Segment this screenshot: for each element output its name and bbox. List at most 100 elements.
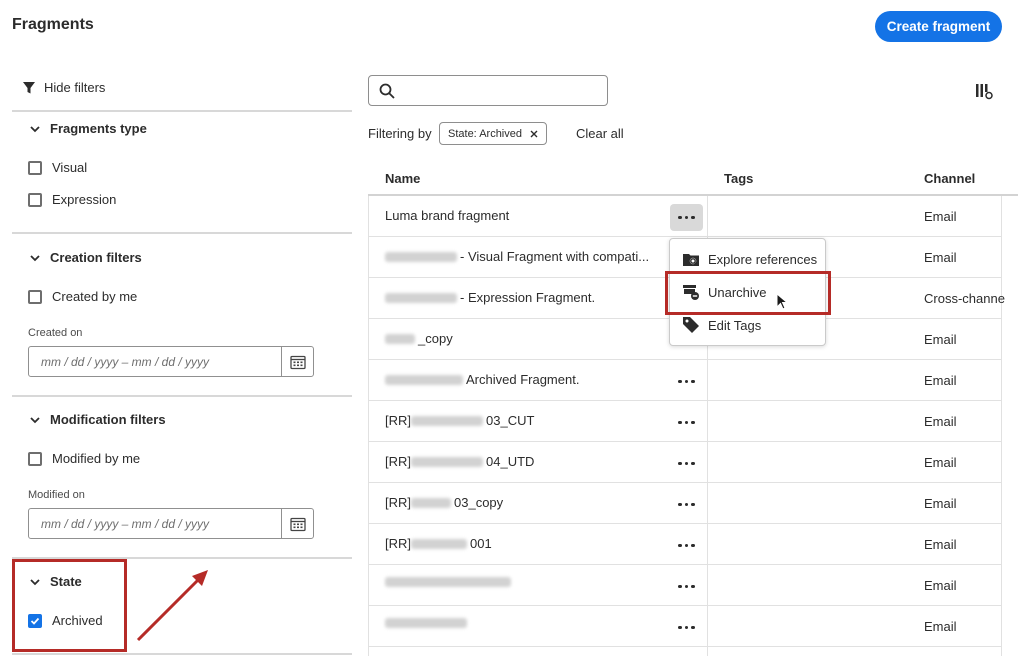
- row-channel: Cross-channe: [924, 291, 1005, 306]
- table-row[interactable]: Archived Fragment. Email: [368, 360, 1002, 401]
- create-fragment-button[interactable]: Create fragment: [875, 11, 1002, 42]
- more-actions-button[interactable]: [670, 491, 703, 518]
- table-row[interactable]: [RR] 03_CUT Email: [368, 401, 1002, 442]
- visual-checkbox[interactable]: [28, 160, 42, 175]
- fragments-type-toggle[interactable]: Fragments type: [30, 121, 147, 136]
- table-row[interactable]: Email: [368, 565, 1002, 606]
- row-name[interactable]: [RR] 001: [385, 536, 492, 551]
- divider: [12, 232, 352, 234]
- more-actions-button[interactable]: [670, 368, 703, 395]
- chevron-down-icon: [30, 254, 40, 261]
- row-channel: Email: [924, 619, 957, 634]
- modified-by-me-row[interactable]: Modified by me: [28, 451, 140, 466]
- redacted-text: [385, 577, 511, 587]
- row-name[interactable]: Luma brand fragment: [385, 208, 509, 223]
- visual-label: Visual: [52, 160, 88, 175]
- redacted-text: [411, 415, 483, 426]
- table-row[interactable]: [RR] 001 Email: [368, 524, 1002, 565]
- redacted-text: [385, 618, 467, 628]
- hide-filters-label: Hide filters: [44, 80, 106, 95]
- hide-filters-button[interactable]: Hide filters: [22, 80, 105, 95]
- row-name[interactable]: Archived Fragment.: [385, 372, 579, 387]
- row-name[interactable]: _copy: [385, 331, 453, 346]
- redacted-text: [385, 333, 415, 344]
- row-name[interactable]: [385, 577, 514, 587]
- row-name[interactable]: [RR] 04_UTD: [385, 454, 534, 469]
- more-actions-button[interactable]: [670, 532, 703, 559]
- column-header-name[interactable]: Name: [385, 171, 420, 186]
- expression-checkbox[interactable]: [28, 192, 42, 207]
- visual-checkbox-row[interactable]: Visual: [28, 160, 87, 175]
- redacted-text: [411, 538, 467, 549]
- calendar-icon[interactable]: [281, 347, 313, 376]
- modification-filters-toggle[interactable]: Modification filters: [30, 412, 166, 427]
- creation-filters-toggle[interactable]: Creation filters: [30, 250, 142, 265]
- row-channel: Email: [924, 414, 957, 429]
- redacted-text: [385, 251, 457, 262]
- close-icon[interactable]: [530, 130, 538, 138]
- modification-filters-title: Modification filters: [50, 412, 166, 427]
- table-row[interactable]: Luma brand fragment Email: [368, 196, 1002, 237]
- more-actions-button[interactable]: [670, 204, 703, 231]
- unarchive-highlight-box: [665, 271, 831, 315]
- active-filter-chip[interactable]: State: Archived: [439, 122, 547, 145]
- redacted-text: [385, 292, 457, 303]
- row-channel: Email: [924, 496, 957, 511]
- row-name-text: 03_CUT: [486, 413, 535, 428]
- created-on-date-range[interactable]: mm / dd / yyyy – mm / dd / yyyy: [28, 346, 314, 377]
- calendar-icon[interactable]: [281, 509, 313, 538]
- modified-on-date-range[interactable]: mm / dd / yyyy – mm / dd / yyyy: [28, 508, 314, 539]
- row-name-text: 03_copy: [454, 495, 504, 510]
- clear-all-link[interactable]: Clear all: [576, 126, 624, 141]
- divider: [12, 653, 352, 655]
- row-name[interactable]: [RR] 03_CUT: [385, 413, 534, 428]
- column-header-channel[interactable]: Channel: [924, 171, 975, 186]
- column-settings-icon[interactable]: [975, 82, 993, 100]
- redacted-text: [411, 456, 483, 467]
- date-range-placeholder: mm / dd / yyyy – mm / dd / yyyy: [41, 354, 210, 369]
- more-actions-button[interactable]: [670, 614, 703, 641]
- table-row[interactable]: [RR] 03_copy Email: [368, 483, 1002, 524]
- row-name-text: Archived Fragment.: [466, 372, 580, 387]
- filter-icon: [23, 81, 35, 93]
- modified-by-me-label: Modified by me: [52, 451, 141, 466]
- chevron-down-icon: [30, 416, 40, 423]
- row-name[interactable]: [385, 618, 470, 628]
- row-channel: Email: [924, 578, 957, 593]
- row-name[interactable]: - Expression Fragment.: [385, 290, 595, 305]
- row-channel: Email: [924, 537, 957, 552]
- page-title: Fragments: [12, 16, 94, 33]
- row-name-text: Luma brand fragment: [385, 208, 510, 223]
- mouse-pointer-icon: [776, 293, 788, 310]
- divider: [12, 110, 352, 112]
- menu-item-edit-tags[interactable]: Edit Tags: [682, 316, 761, 334]
- menu-item-explore-references[interactable]: Explore references: [682, 250, 817, 268]
- fragments-type-title: Fragments type: [50, 121, 147, 136]
- menu-item-label: Edit Tags: [708, 317, 762, 333]
- row-name[interactable]: - Visual Fragment with compati...: [385, 249, 649, 264]
- modified-by-me-checkbox[interactable]: [28, 451, 42, 466]
- annotation-arrow: [136, 570, 208, 642]
- created-by-me-row[interactable]: Created by me: [28, 289, 137, 304]
- redacted-text: [411, 497, 451, 508]
- created-by-me-checkbox[interactable]: [28, 289, 42, 304]
- more-actions-button[interactable]: [670, 450, 703, 477]
- active-filter-label: State: Archived: [448, 127, 522, 140]
- explore-references-icon: [683, 254, 699, 266]
- table-row[interactable]: Email: [368, 606, 1002, 647]
- search-icon: [379, 83, 395, 99]
- modified-on-label: Modified on: [28, 489, 85, 501]
- search-input[interactable]: [368, 75, 608, 106]
- row-name-prefix: [RR]: [385, 536, 411, 551]
- expression-checkbox-row[interactable]: Expression: [28, 192, 116, 207]
- more-actions-button[interactable]: [670, 409, 703, 436]
- created-on-label: Created on: [28, 327, 83, 339]
- more-actions-button[interactable]: [670, 573, 703, 600]
- row-name-text: 04_UTD: [486, 454, 535, 469]
- created-by-me-label: Created by me: [52, 289, 138, 304]
- row-name[interactable]: [RR] 03_copy: [385, 495, 503, 510]
- row-channel: Email: [924, 250, 957, 265]
- column-header-tags[interactable]: Tags: [724, 171, 753, 186]
- menu-item-label: Explore references: [708, 251, 818, 267]
- table-row[interactable]: [RR] 04_UTD Email: [368, 442, 1002, 483]
